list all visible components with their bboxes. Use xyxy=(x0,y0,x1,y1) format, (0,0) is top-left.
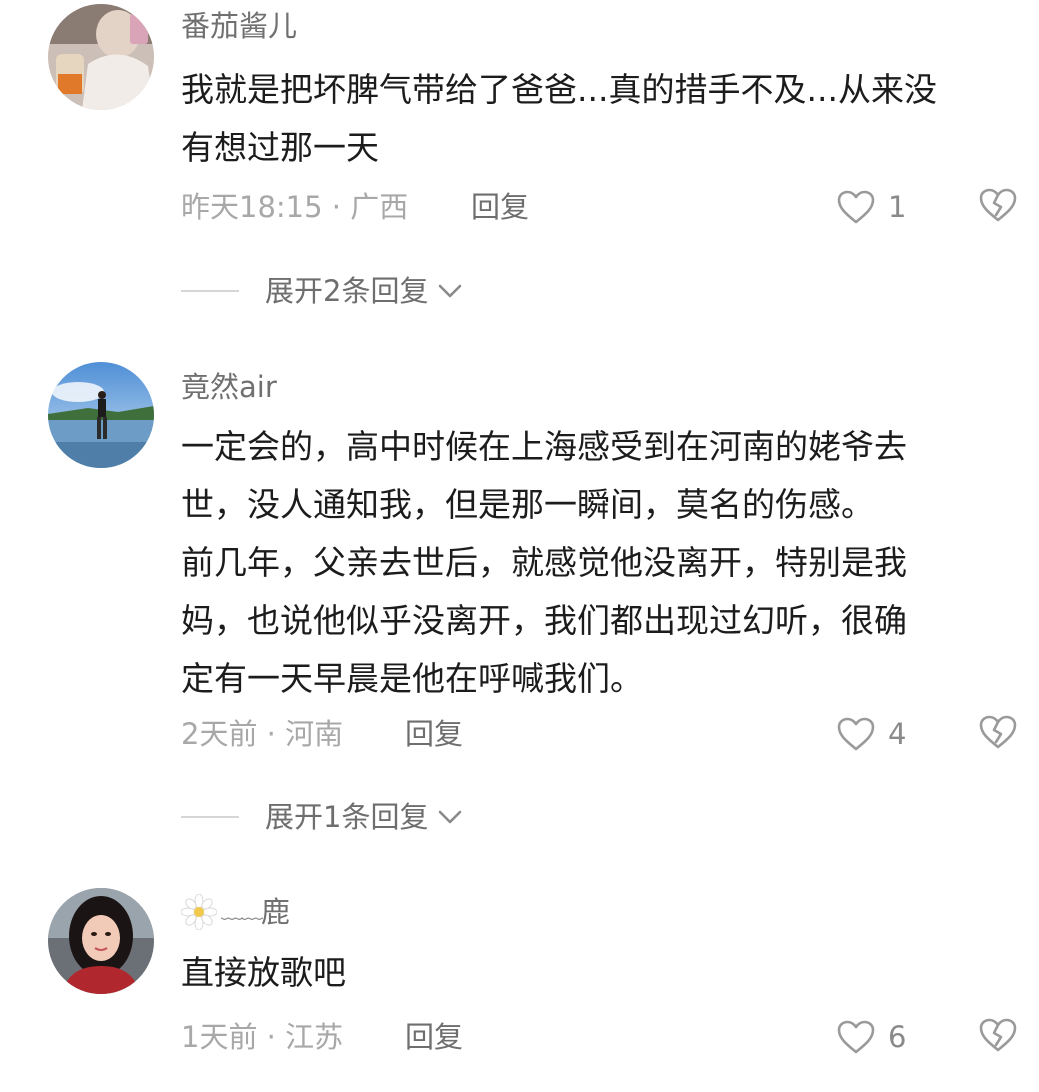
reply-button[interactable]: 回复 xyxy=(405,714,463,754)
avatar-image xyxy=(48,888,154,994)
expand-replies-button[interactable]: 展开2条回复 xyxy=(181,271,464,311)
dislike-button[interactable] xyxy=(978,187,1018,227)
dislike-button[interactable] xyxy=(978,714,1018,754)
expand-replies-label: 展开1条回复 xyxy=(265,800,429,834)
comment-text: 一定会的，高中时候在上海感受到在河南的姥爷去 世，没人通知我，但是那一瞬间，莫名… xyxy=(181,418,1031,708)
comment-text-line: 世，没人通知我，但是那一瞬间，莫名的伤感。 xyxy=(181,485,874,524)
expand-replies-label: 展开2条回复 xyxy=(265,274,429,308)
comment-text: 直接放歌吧 xyxy=(181,944,1031,1002)
broken-heart-icon xyxy=(979,715,1017,749)
comment-username[interactable]: ﹏﹏ 鹿 xyxy=(181,892,290,932)
comment-item: 番茄酱儿 我就是把坏脾气带给了爸爸...真的措手不及...从来没 有想过那一天 … xyxy=(0,0,1039,330)
comment-text-line: 直接放歌吧 xyxy=(181,953,346,992)
like-button[interactable]: 4 xyxy=(836,714,906,754)
comment-meta: 昨天18:15 · 广西 xyxy=(181,190,409,224)
like-button[interactable]: 6 xyxy=(836,1017,906,1057)
avatar-image xyxy=(48,362,154,468)
reply-button[interactable]: 回复 xyxy=(471,187,529,227)
comment-meta: 2天前 · 河南 xyxy=(181,717,344,751)
comment-text-line: 我就是把坏脾气带给了爸爸...真的措手不及...从来没 xyxy=(181,70,937,109)
like-count: 1 xyxy=(888,190,907,224)
comment-text-line: 一定会的，高中时候在上海感受到在河南的姥爷去 xyxy=(181,427,907,466)
expand-replies-button[interactable]: 展开1条回复 xyxy=(181,797,464,837)
comment-text: 我就是把坏脾气带给了爸爸...真的措手不及...从来没 有想过那一天 xyxy=(181,61,1031,177)
comment-text-line: 妈，也说他似乎没离开，我们都出现过幻听，很确 xyxy=(181,601,907,640)
like-count: 4 xyxy=(888,717,907,751)
avatar[interactable] xyxy=(48,888,154,994)
avatar[interactable] xyxy=(48,4,154,110)
broken-heart-icon xyxy=(979,1018,1017,1052)
comment-username[interactable]: 竟然air xyxy=(181,367,277,407)
comment-text-line: 前几年，父亲去世后，就感觉他没离开，特别是我 xyxy=(181,543,907,582)
avatar-image xyxy=(48,4,154,110)
like-button[interactable]: 1 xyxy=(836,187,906,227)
comment-meta: 1天前 · 江苏 xyxy=(181,1020,344,1054)
comment-username[interactable]: 番茄酱儿 xyxy=(181,6,297,46)
heart-outline-icon xyxy=(837,190,875,224)
divider xyxy=(181,816,239,818)
divider xyxy=(181,290,239,292)
daisy-icon xyxy=(181,894,217,930)
reply-button[interactable]: 回复 xyxy=(405,1017,463,1057)
heart-outline-icon xyxy=(837,717,875,751)
heart-outline-icon xyxy=(837,1020,875,1054)
chevron-down-icon xyxy=(436,281,464,301)
dislike-button[interactable] xyxy=(978,1017,1018,1057)
avatar[interactable] xyxy=(48,362,154,468)
username-text: 鹿 xyxy=(261,895,291,929)
comment-text-line: 定有一天早晨是他在呼喊我们。 xyxy=(181,659,643,698)
username-decoration: ﹏﹏ xyxy=(221,899,263,924)
comment-text-line: 有想过那一天 xyxy=(181,128,379,167)
broken-heart-icon xyxy=(979,188,1017,222)
like-count: 6 xyxy=(888,1020,907,1054)
chevron-down-icon xyxy=(436,807,464,827)
